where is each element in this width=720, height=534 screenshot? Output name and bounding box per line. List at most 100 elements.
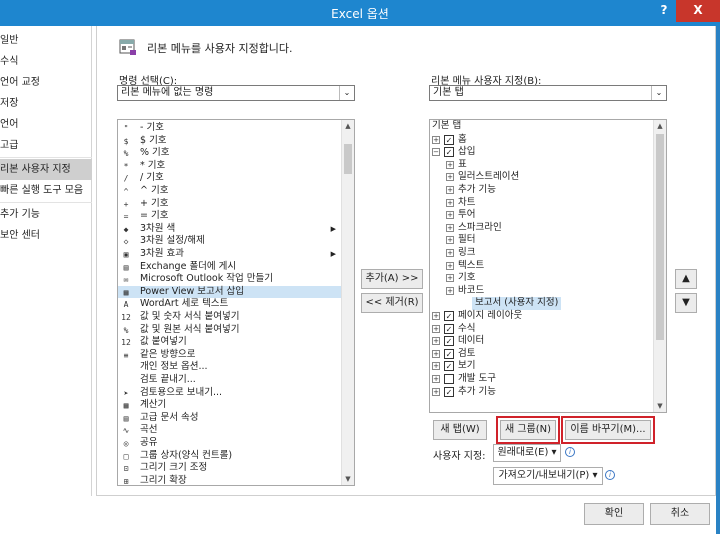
tab-checkbox[interactable]: ✓: [444, 361, 454, 372]
command-item[interactable]: ^ ^ 기호: [118, 185, 342, 198]
nav-item-save[interactable]: 저장: [0, 93, 92, 114]
move-down-button[interactable]: ▼: [675, 293, 697, 313]
tree-item[interactable]: + 바코드: [430, 285, 652, 298]
command-item[interactable]: ▣ 3차원 효과 ▶: [118, 248, 342, 261]
command-item[interactable]: □ 그룹 상자(양식 컨트롤): [118, 450, 342, 463]
help-button[interactable]: ?: [654, 0, 674, 22]
tree-scrollbar[interactable]: ▲ ▼: [653, 120, 666, 412]
tree-item[interactable]: + 일러스트레이션: [430, 171, 652, 184]
nav-item-formulas[interactable]: 수식: [0, 51, 92, 72]
choose-commands-dropdown[interactable]: 리본 메뉴에 없는 명령 ⌄: [117, 85, 355, 101]
move-up-button[interactable]: ▲: [675, 269, 697, 289]
command-item[interactable]: A WordArt 세로 텍스트: [118, 298, 342, 311]
nav-item-trust-center[interactable]: 보안 센터: [0, 225, 92, 246]
expand-icon[interactable]: +: [446, 186, 454, 194]
nav-item-advanced[interactable]: 고급: [0, 135, 92, 156]
tab-checkbox[interactable]: ✓: [444, 336, 454, 347]
command-item[interactable]: 개인 정보 옵션...: [118, 361, 342, 374]
expand-icon[interactable]: +: [432, 324, 440, 333]
ribbon-tree[interactable]: 기본 탭 + ✓ 홈 − ✓ 삽입 + 표 + 일러스트레이션 + 추가 기능 + 차트 + 투어 + 스파크라인…: [429, 119, 667, 413]
command-item[interactable]: ⊞ 그리기 확장: [118, 475, 342, 485]
scroll-up-icon[interactable]: ▲: [654, 120, 666, 132]
command-item[interactable]: 12 값 붙여넣기: [118, 336, 342, 349]
expand-icon[interactable]: +: [432, 337, 440, 346]
remove-button[interactable]: << 제거(R): [361, 293, 423, 313]
nav-item-addins[interactable]: 추가 기능: [0, 204, 92, 225]
rename-button[interactable]: 이름 바꾸기(M)...: [561, 416, 655, 444]
command-item[interactable]: % % 기호: [118, 147, 342, 160]
command-item[interactable]: / / 기호: [118, 172, 342, 185]
command-item[interactable]: $ $ 기호: [118, 135, 342, 148]
tree-item[interactable]: − ✓ 삽입: [430, 146, 652, 159]
tree-item[interactable]: + 추가 기능: [430, 184, 652, 197]
expand-icon[interactable]: +: [446, 211, 454, 220]
command-item[interactable]: ➤ 검토용으로 보내기...: [118, 387, 342, 400]
tree-item[interactable]: + 링크: [430, 247, 652, 260]
tree-item[interactable]: + ✓ 데이터: [430, 335, 652, 348]
command-item[interactable]: 12 값 및 숫자 서식 붙여넣기: [118, 311, 342, 324]
command-item[interactable]: ▦ 계산기: [118, 399, 342, 412]
collapse-icon[interactable]: −: [432, 148, 440, 157]
commands-scrollbar[interactable]: ▲ ▼: [341, 120, 354, 485]
expand-icon[interactable]: +: [432, 349, 440, 358]
expand-icon[interactable]: +: [432, 362, 440, 371]
expand-icon[interactable]: +: [446, 173, 454, 182]
nav-item-language[interactable]: 언어: [0, 114, 92, 135]
expand-icon[interactable]: +: [432, 135, 440, 144]
expand-icon[interactable]: +: [446, 249, 454, 257]
scroll-thumb[interactable]: [344, 144, 352, 174]
command-item[interactable]: ▦ Power View 보고서 삽입: [118, 285, 342, 299]
tree-item[interactable]: + 표: [430, 159, 652, 172]
nav-item-customize-ribbon[interactable]: 리본 사용자 지정: [0, 159, 92, 180]
command-item[interactable]: % 값 및 원본 서식 붙여넣기: [118, 324, 342, 337]
tab-checkbox[interactable]: ✓: [444, 323, 454, 334]
command-item[interactable]: ◇ 3차원 설정/해제: [118, 235, 342, 248]
tab-checkbox[interactable]: ✓: [444, 311, 454, 321]
tree-item[interactable]: + ✓ 페이지 레이아웃: [430, 310, 652, 323]
new-group-button[interactable]: 새 그룹(N): [496, 416, 560, 444]
close-button[interactable]: X: [676, 0, 720, 22]
command-item[interactable]: ≡ 같은 방향으로: [118, 349, 342, 362]
command-item[interactable]: ◎ 공유: [118, 437, 342, 450]
expand-icon[interactable]: +: [446, 274, 454, 283]
tab-checkbox[interactable]: ✓: [444, 386, 454, 397]
tab-checkbox[interactable]: ✓: [444, 134, 454, 145]
ribbon-tabs-dropdown[interactable]: 기본 탭 ⌄: [429, 85, 667, 101]
expand-icon[interactable]: +: [446, 286, 454, 295]
command-item[interactable]: + + 기호: [118, 198, 342, 211]
scroll-thumb[interactable]: [656, 134, 664, 340]
tab-checkbox[interactable]: ✓: [444, 348, 454, 359]
tree-item[interactable]: + ✓ 검토: [430, 348, 652, 361]
add-button[interactable]: 추가(A) >>: [361, 269, 423, 289]
ok-button[interactable]: 확인: [584, 503, 644, 525]
reset-dropdown[interactable]: 원래대로(E) ▾: [493, 444, 561, 462]
expand-icon[interactable]: +: [446, 261, 454, 270]
tree-item[interactable]: + 기호: [430, 272, 652, 285]
expand-icon[interactable]: +: [432, 375, 440, 383]
command-item[interactable]: = = 기호: [118, 210, 342, 223]
tree-item[interactable]: + 스파크라인: [430, 222, 652, 235]
nav-item-general[interactable]: 일반: [0, 30, 92, 51]
tree-item[interactable]: + 개발 도구: [430, 373, 652, 386]
tree-item[interactable]: + 필터: [430, 234, 652, 247]
cancel-button[interactable]: 취소: [650, 503, 710, 525]
commands-list[interactable]: ▭그리기 내용...⊞그리기 확장⊡그리기 크기 조정□그룹 상자(양식 컨트롤…: [117, 119, 355, 486]
expand-icon[interactable]: +: [446, 236, 454, 245]
tree-item[interactable]: 보고서 (사용자 지정): [430, 297, 652, 310]
new-tab-button[interactable]: 새 탭(W): [433, 420, 487, 440]
nav-item-quick-access[interactable]: 빠른 실행 도구 모음: [0, 180, 92, 201]
scroll-down-icon[interactable]: ▼: [342, 473, 354, 485]
command-item[interactable]: ✉ Microsoft Outlook 작업 만들기: [118, 273, 342, 286]
expand-icon[interactable]: +: [432, 387, 440, 396]
tree-item[interactable]: + ✓ 홈: [430, 134, 652, 147]
scroll-down-icon[interactable]: ▼: [654, 400, 666, 412]
expand-icon[interactable]: +: [446, 160, 454, 169]
command-item[interactable]: 검토 끝내기...: [118, 374, 342, 387]
command-item[interactable]: ◆ 3차원 색 ▶: [118, 223, 342, 236]
tree-item[interactable]: + 차트: [430, 197, 652, 210]
nav-item-proofing[interactable]: 언어 교정: [0, 72, 92, 93]
tree-item[interactable]: + ✓ 보기: [430, 360, 652, 373]
command-item[interactable]: ▤ 고급 문서 속성: [118, 412, 342, 425]
command-item[interactable]: ⊡ 그리기 크기 조정: [118, 462, 342, 475]
command-item[interactable]: ∿ 곡선: [118, 424, 342, 437]
